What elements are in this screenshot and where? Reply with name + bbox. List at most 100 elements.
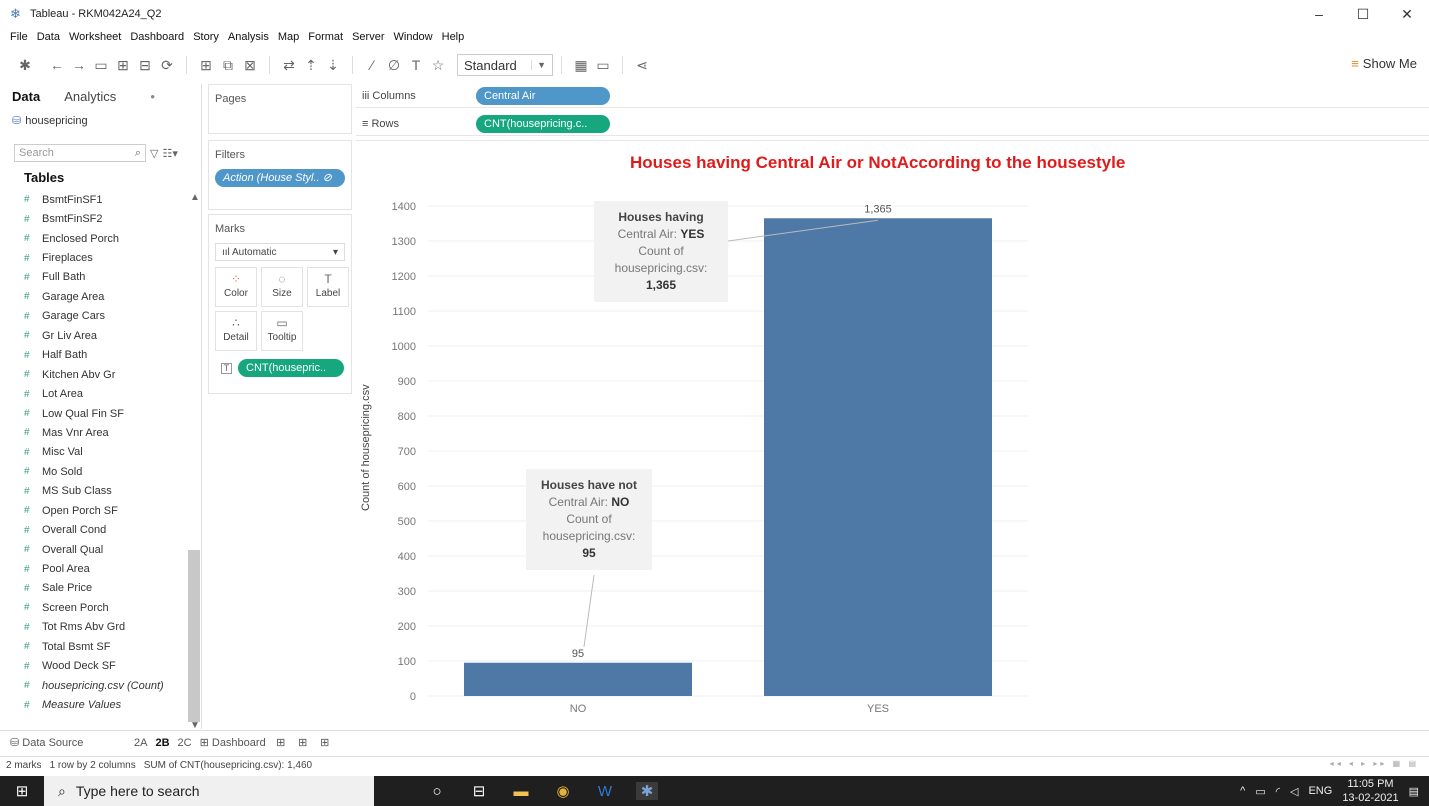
sheet-tab-2c[interactable]: 2C bbox=[174, 737, 196, 749]
field-item[interactable]: # Mo Sold bbox=[24, 462, 184, 481]
color-button[interactable]: ⁘ Color bbox=[215, 267, 257, 307]
mark-type-select[interactable]: ııl Automatic ▾ bbox=[215, 243, 345, 261]
menu-file[interactable]: File bbox=[6, 31, 33, 43]
tableau-home-icon[interactable]: ✱ bbox=[14, 57, 36, 74]
language-indicator[interactable]: ENG bbox=[1308, 785, 1332, 797]
field-item[interactable]: # Garage Area bbox=[24, 287, 184, 306]
fit-select[interactable]: Standard ▼ bbox=[457, 54, 553, 76]
show-cards-icon[interactable]: ▦ bbox=[570, 57, 592, 74]
bar-yes[interactable] bbox=[764, 218, 992, 696]
menu-worksheet[interactable]: Worksheet bbox=[65, 31, 126, 43]
new-story-icon[interactable]: ⊞ bbox=[314, 736, 336, 749]
new-dashboard-icon[interactable]: ⊞ bbox=[292, 736, 314, 749]
sheet-nav-icon[interactable]: ◂◂ ◂ ▸ ▸▸ ▦ ▤ bbox=[1330, 759, 1419, 768]
field-item[interactable]: # Tot Rms Abv Grd bbox=[24, 618, 184, 637]
field-item[interactable]: # Misc Val bbox=[24, 443, 184, 462]
forward-icon[interactable]: → bbox=[68, 57, 90, 73]
menu-map[interactable]: Map bbox=[274, 31, 304, 43]
field-item[interactable]: # BsmtFinSF1 bbox=[24, 190, 184, 209]
field-item[interactable]: # Measure Values bbox=[24, 695, 184, 714]
sheet-tab-2b[interactable]: 2B bbox=[151, 736, 174, 749]
menu-help[interactable]: Help bbox=[438, 31, 470, 43]
field-item[interactable]: # Mas Vnr Area bbox=[24, 423, 184, 442]
tableau-taskbar-icon[interactable]: ✱ bbox=[636, 782, 658, 800]
task-view-icon[interactable]: ⊟ bbox=[468, 782, 490, 800]
field-item[interactable]: # Wood Deck SF bbox=[24, 657, 184, 676]
new-sheet-icon[interactable]: ⊞ bbox=[270, 736, 292, 749]
field-search-input[interactable]: Search ⌕ bbox=[14, 144, 146, 162]
sort-descending-icon[interactable]: ⇣ bbox=[322, 57, 344, 74]
file-explorer-icon[interactable]: ▬ bbox=[510, 783, 532, 800]
columns-pill[interactable]: Central Air bbox=[476, 86, 610, 105]
wifi-icon[interactable]: ◜ bbox=[1276, 785, 1280, 798]
swap-icon[interactable]: ⇄ bbox=[278, 57, 300, 74]
field-item[interactable]: # Enclosed Porch bbox=[24, 229, 184, 248]
new-datasource-icon[interactable]: ⊞ bbox=[112, 57, 134, 74]
field-item[interactable]: # Overall Qual bbox=[24, 540, 184, 559]
datasource-item[interactable]: ⛁ housepricing bbox=[12, 114, 201, 128]
pause-updates-icon[interactable]: ⊟ bbox=[134, 57, 156, 74]
size-button[interactable]: ◌ Size bbox=[261, 267, 303, 307]
fix-axes-icon[interactable]: ☆ bbox=[427, 57, 449, 74]
cortana-icon[interactable]: ○ bbox=[426, 783, 448, 800]
clear-sheet-icon[interactable]: ⊠ bbox=[239, 57, 261, 74]
save-icon[interactable]: ▭ bbox=[90, 57, 112, 74]
tooltip-button[interactable]: ▭ Tooltip bbox=[261, 311, 303, 351]
data-source-tab[interactable]: ⛁ Data Source bbox=[10, 736, 130, 749]
rows-pill[interactable]: CNT(housepricing.c.. bbox=[476, 114, 610, 133]
maximize-button[interactable]: ☐ bbox=[1341, 0, 1385, 28]
annotation-no[interactable]: Houses have not Central Air: NO Count of… bbox=[526, 469, 652, 570]
word-icon[interactable]: W bbox=[594, 783, 616, 800]
scroll-up-icon[interactable]: ▲ bbox=[190, 192, 200, 203]
filters-card[interactable]: Filters Action (House Styl.. ⊘ bbox=[208, 140, 352, 210]
menu-format[interactable]: Format bbox=[304, 31, 348, 43]
marks-label-pill[interactable]: CNT(housepric.. bbox=[238, 359, 344, 377]
field-item[interactable]: # Low Qual Fin SF bbox=[24, 404, 184, 423]
menu-story[interactable]: Story bbox=[189, 31, 224, 43]
filter-pill[interactable]: Action (House Styl.. ⊘ bbox=[215, 169, 345, 187]
scrollbar-thumb[interactable] bbox=[188, 550, 200, 722]
menu-window[interactable]: Window bbox=[390, 31, 438, 43]
tab-analytics[interactable]: Analytics bbox=[52, 89, 128, 104]
taskbar-search-input[interactable]: ⌕ Type here to search bbox=[44, 776, 374, 806]
field-list-scrollbar[interactable]: ▲ ▼ bbox=[188, 192, 200, 731]
menu-server[interactable]: Server bbox=[348, 31, 389, 43]
tray-chevron-icon[interactable]: ^ bbox=[1240, 785, 1245, 797]
field-item[interactable]: # Garage Cars bbox=[24, 307, 184, 326]
menu-dashboard[interactable]: Dashboard bbox=[126, 31, 189, 43]
field-item[interactable]: # Gr Liv Area bbox=[24, 326, 184, 345]
notification-icon[interactable]: ▤ bbox=[1409, 785, 1419, 798]
dashboard-tab[interactable]: ⊞ Dashboard bbox=[196, 736, 270, 749]
show-me-button[interactable]: ≡ Show Me bbox=[1351, 56, 1417, 71]
refresh-icon[interactable]: ⟳ bbox=[156, 57, 178, 74]
pages-card[interactable]: Pages bbox=[208, 84, 352, 134]
sheet-tab-2a[interactable]: 2A bbox=[130, 737, 151, 749]
highlight-icon[interactable]: ∕ bbox=[361, 57, 383, 73]
close-button[interactable]: ✕ bbox=[1385, 0, 1429, 28]
field-item[interactable]: # Total Bsmt SF bbox=[24, 637, 184, 656]
bar-no[interactable] bbox=[464, 662, 692, 696]
pane-menu-icon[interactable]: ● bbox=[150, 92, 155, 101]
tab-data[interactable]: Data bbox=[0, 89, 52, 104]
menu-analysis[interactable]: Analysis bbox=[224, 31, 274, 43]
minimize-button[interactable]: – bbox=[1297, 0, 1341, 28]
new-worksheet-icon[interactable]: ⊞ bbox=[195, 57, 217, 74]
duplicate-sheet-icon[interactable]: ⧉ bbox=[217, 57, 239, 74]
field-item[interactable]: # Full Bath bbox=[24, 268, 184, 287]
field-item[interactable]: # Half Bath bbox=[24, 346, 184, 365]
field-item[interactable]: # Overall Cond bbox=[24, 520, 184, 539]
field-item[interactable]: # Pool Area bbox=[24, 559, 184, 578]
sort-ascending-icon[interactable]: ⇡ bbox=[300, 57, 322, 74]
field-item[interactable]: # Sale Price bbox=[24, 579, 184, 598]
filter-icon[interactable]: ▽ bbox=[150, 147, 158, 160]
menu-data[interactable]: Data bbox=[33, 31, 65, 43]
presentation-mode-icon[interactable]: ▭ bbox=[592, 57, 614, 74]
field-item[interactable]: # BsmtFinSF2 bbox=[24, 209, 184, 228]
field-item[interactable]: # Fireplaces bbox=[24, 248, 184, 267]
field-item[interactable]: # Open Porch SF bbox=[24, 501, 184, 520]
windows-start-icon[interactable]: ⊞ bbox=[0, 782, 44, 800]
clock[interactable]: 11:05 PM 13-02-2021 bbox=[1342, 777, 1398, 805]
group-icon[interactable]: ∅ bbox=[383, 57, 405, 74]
field-item[interactable]: # Kitchen Abv Gr bbox=[24, 365, 184, 384]
field-item[interactable]: # MS Sub Class bbox=[24, 482, 184, 501]
